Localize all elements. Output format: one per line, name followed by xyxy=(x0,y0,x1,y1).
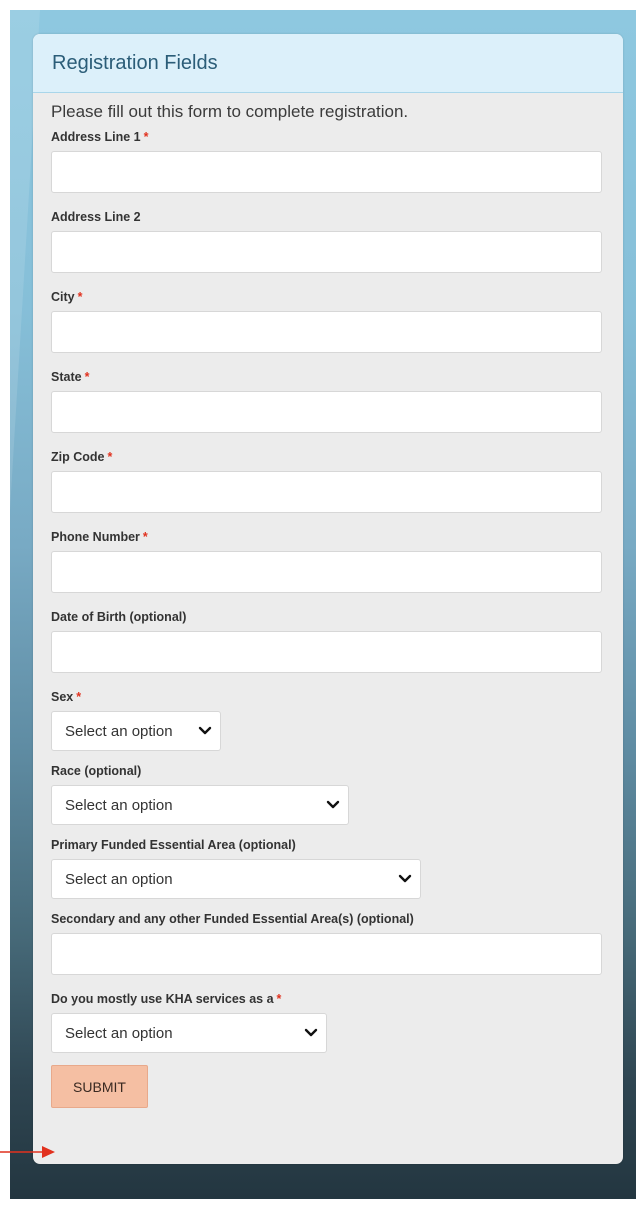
form-intro: Please fill out this form to complete re… xyxy=(51,102,409,121)
card-header: Registration Fields xyxy=(33,34,623,93)
field-sex: Sex * Select an option xyxy=(51,689,603,751)
field-phone-number: Phone Number * xyxy=(51,529,603,593)
required-marker: * xyxy=(142,530,148,544)
field-label: Do you mostly use KHA services as a * xyxy=(51,991,603,1013)
address-line-2-input[interactable] xyxy=(51,231,602,273)
select-value: Select an option xyxy=(65,1024,173,1042)
field-label: Secondary and any other Funded Essential… xyxy=(51,911,603,933)
field-zip-code: Zip Code * xyxy=(51,449,603,513)
chevron-down-icon xyxy=(326,800,340,809)
label-text: Address Line 2 xyxy=(51,210,141,224)
select-value: Select an option xyxy=(65,722,173,740)
label-text: Secondary and any other Funded Essential… xyxy=(51,912,414,926)
field-label: Primary Funded Essential Area (optional) xyxy=(51,837,603,859)
address-line-1-input[interactable] xyxy=(51,151,602,193)
field-race: Race (optional) Select an option xyxy=(51,763,603,825)
label-text: Zip Code xyxy=(51,450,105,464)
registration-card: Registration Fields Please fill out this… xyxy=(33,34,623,1164)
card-title: Registration Fields xyxy=(52,51,218,74)
label-text: Sex xyxy=(51,690,74,704)
field-city: City * xyxy=(51,289,603,353)
form-body: Please fill out this form to complete re… xyxy=(33,93,623,1108)
chevron-down-icon xyxy=(304,1028,318,1037)
required-marker: * xyxy=(276,992,282,1006)
required-marker: * xyxy=(77,290,83,304)
label-text: City xyxy=(51,290,75,304)
kha-services-select[interactable]: Select an option xyxy=(51,1013,327,1053)
field-secondary-funded-essential-areas: Secondary and any other Funded Essential… xyxy=(51,911,603,975)
chevron-down-icon xyxy=(398,874,412,883)
field-kha-services: Do you mostly use KHA services as a * Sel… xyxy=(51,991,603,1053)
field-label: Zip Code * xyxy=(51,449,603,471)
race-select[interactable]: Select an option xyxy=(51,785,349,825)
required-marker: * xyxy=(76,690,82,704)
submit-button[interactable]: SUBMIT xyxy=(51,1065,148,1108)
field-label: Phone Number * xyxy=(51,529,603,551)
label-text: Date of Birth (optional) xyxy=(51,610,187,624)
phone-number-input[interactable] xyxy=(51,551,602,593)
chevron-down-icon xyxy=(198,726,212,735)
label-text: State xyxy=(51,370,82,384)
field-label: City * xyxy=(51,289,603,311)
label-text: Race (optional) xyxy=(51,764,142,778)
primary-area-select[interactable]: Select an option xyxy=(51,859,421,899)
zip-code-input[interactable] xyxy=(51,471,602,513)
red-arrow-icon xyxy=(0,1146,55,1158)
field-label: Address Line 2 xyxy=(51,209,603,231)
field-address-line-2: Address Line 2 xyxy=(51,209,603,273)
required-marker: * xyxy=(107,450,113,464)
field-label: Race (optional) xyxy=(51,763,603,785)
field-label: Sex * xyxy=(51,689,603,711)
select-value: Select an option xyxy=(65,870,173,888)
select-value: Select an option xyxy=(65,796,173,814)
label-text: Address Line 1 xyxy=(51,130,141,144)
field-date-of-birth: Date of Birth (optional) xyxy=(51,609,603,673)
sex-select[interactable]: Select an option xyxy=(51,711,221,751)
required-marker: * xyxy=(143,130,149,144)
city-input[interactable] xyxy=(51,311,602,353)
field-label: Date of Birth (optional) xyxy=(51,609,603,631)
field-address-line-1: Address Line 1 * xyxy=(51,129,603,193)
label-text: Phone Number xyxy=(51,530,140,544)
label-text: Do you mostly use KHA services as a xyxy=(51,992,274,1006)
field-label: State * xyxy=(51,369,603,391)
label-text: Primary Funded Essential Area (optional) xyxy=(51,838,296,852)
secondary-areas-input[interactable] xyxy=(51,933,602,975)
date-of-birth-input[interactable] xyxy=(51,631,602,673)
field-state: State * xyxy=(51,369,603,433)
state-input[interactable] xyxy=(51,391,602,433)
required-marker: * xyxy=(84,370,90,384)
field-primary-funded-essential-area: Primary Funded Essential Area (optional)… xyxy=(51,837,603,899)
field-label: Address Line 1 * xyxy=(51,129,603,151)
